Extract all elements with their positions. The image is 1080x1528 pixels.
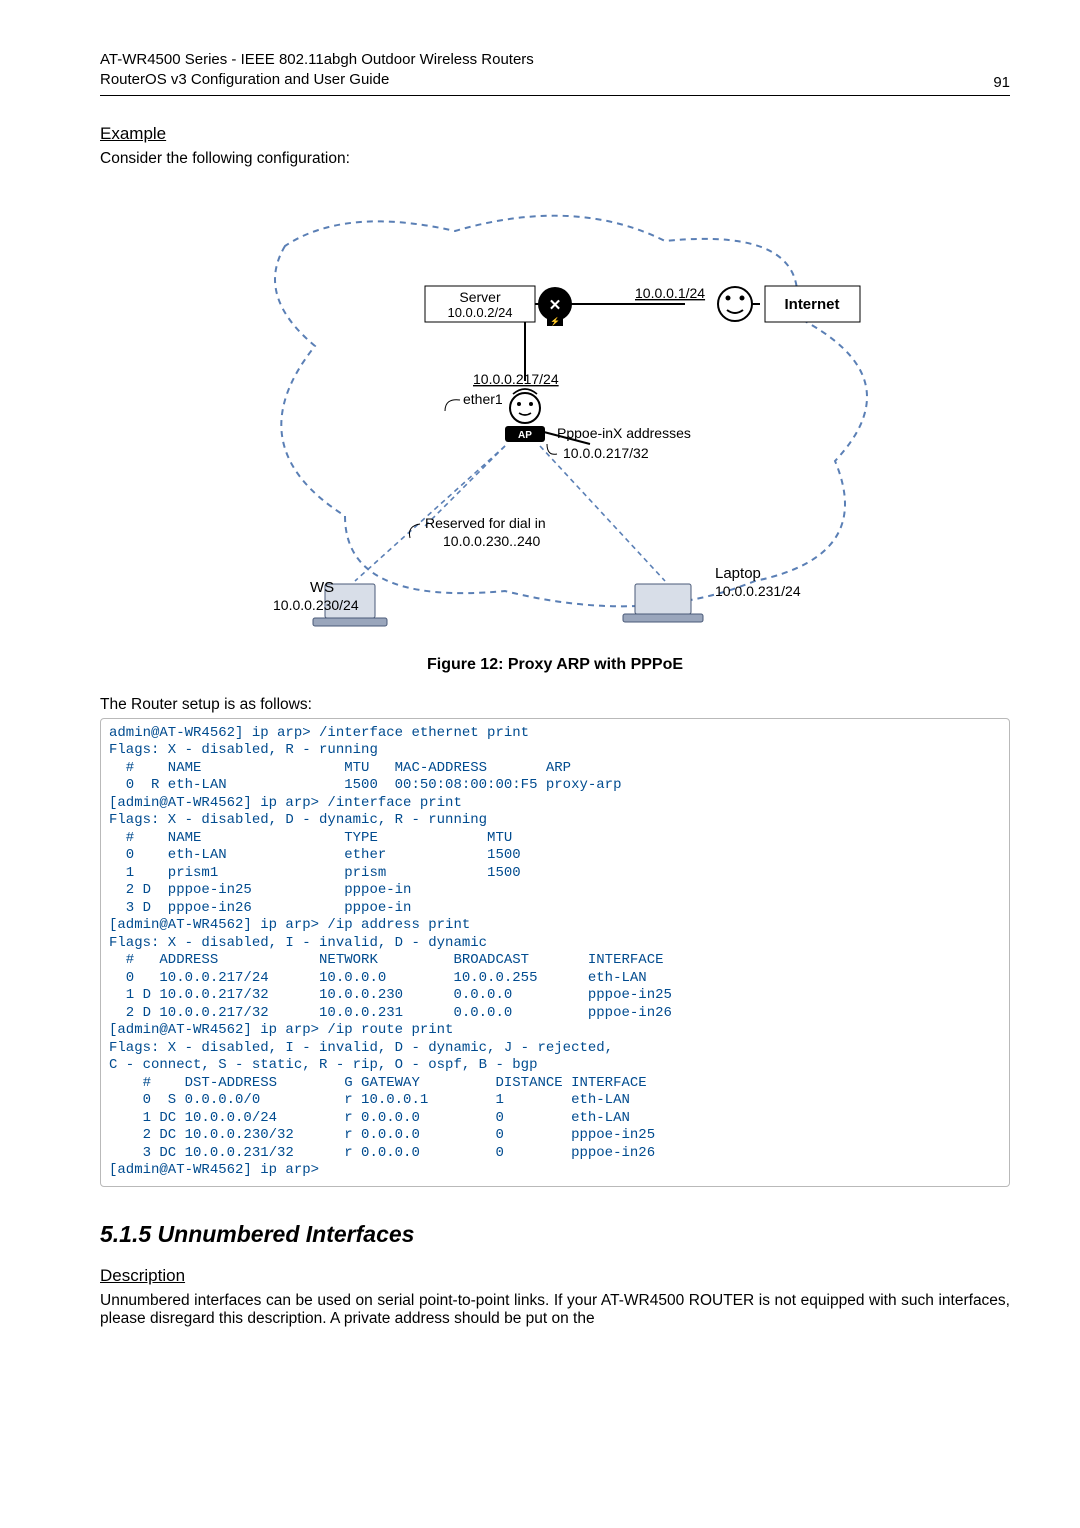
header-line1: AT-WR4500 Series - IEEE 802.11abgh Outdo…: [100, 51, 534, 68]
svg-text:✕: ✕: [549, 297, 562, 314]
page-number: 91: [993, 74, 1010, 91]
network-diagram: Server 10.0.0.2/24 ✕ ⚡ 10.0.0.1/24 Inter…: [100, 186, 1010, 646]
pppoe-ip: 10.0.0.217/32: [563, 445, 649, 461]
eth1-ip: 10.0.0.217/24: [473, 371, 559, 387]
laptop-label: Laptop: [715, 565, 761, 582]
example-intro: Consider the following configuration:: [100, 150, 1010, 168]
description-heading: Description: [100, 1266, 1010, 1286]
example-heading: Example: [100, 124, 1010, 144]
net-ip: 10.0.0.1/24: [635, 285, 705, 301]
server-ip: 10.0.0.2/24: [447, 305, 512, 320]
reserved-label: Reserved for dial in: [425, 515, 546, 531]
server-label: Server: [459, 289, 501, 305]
section-heading: 5.1.5 Unnumbered Interfaces: [100, 1221, 1010, 1248]
page-header: AT-WR4500 Series - IEEE 802.11abgh Outdo…: [100, 50, 1010, 96]
svg-text:⚡: ⚡: [550, 316, 560, 326]
laptop-ip: 10.0.0.231/24: [715, 583, 801, 599]
diagram-svg: Server 10.0.0.2/24 ✕ ⚡ 10.0.0.1/24 Inter…: [195, 186, 915, 646]
ws-label: WS: [310, 579, 334, 596]
reserved-ip: 10.0.0.230..240: [443, 533, 541, 549]
eth1-label: ether1: [463, 391, 503, 407]
figure-caption: Figure 12: Proxy ARP with PPPoE: [100, 656, 1010, 674]
header-line2: RouterOS v3 Configuration and User Guide: [100, 71, 389, 88]
internet-label: Internet: [784, 296, 839, 313]
ws-ip: 10.0.0.230/24: [273, 597, 359, 613]
cli-output: admin@AT-WR4562] ip arp> /interface ethe…: [100, 718, 1010, 1187]
header-title: AT-WR4500 Series - IEEE 802.11abgh Outdo…: [100, 50, 534, 91]
description-body: Unnumbered interfaces can be used on ser…: [100, 1292, 1010, 1328]
pppoe-label: Pppoe-inX addresses: [557, 425, 691, 441]
setup-intro: The Router setup is as follows:: [100, 696, 1010, 714]
ap-label: AP: [518, 430, 532, 441]
